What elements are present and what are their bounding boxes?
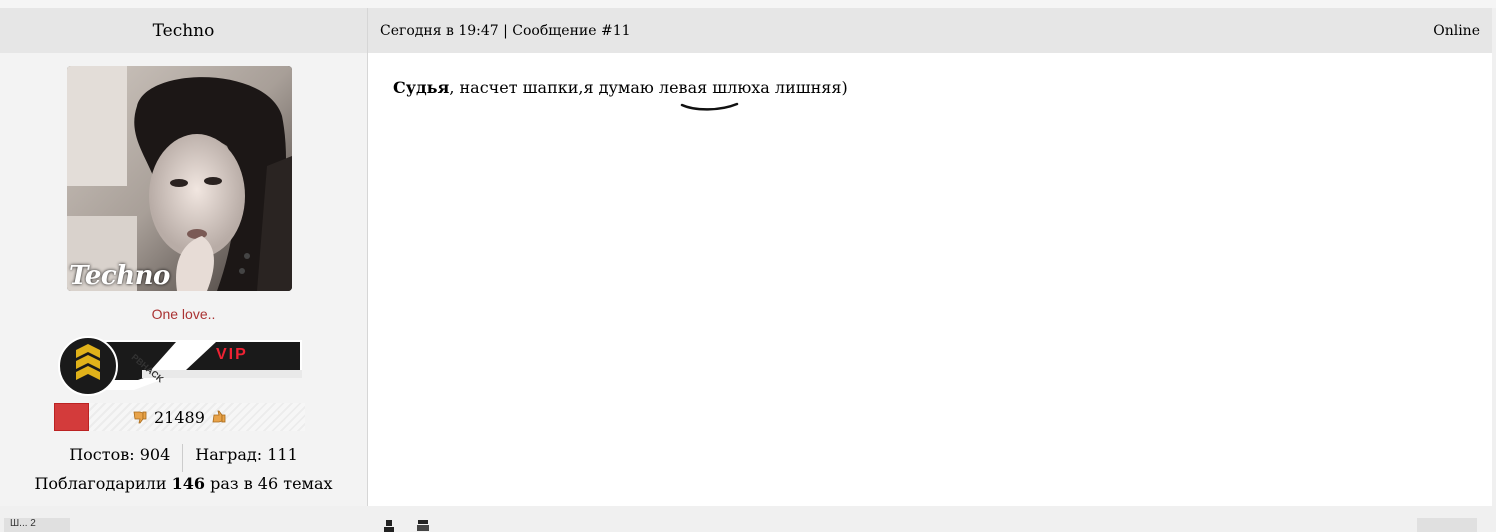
post-header: Сегодня в 19:47 | Сообщение #11 Online bbox=[368, 8, 1492, 53]
reputation-bar: 21489 bbox=[54, 403, 305, 431]
rank-badge: PBHACK VIP bbox=[56, 330, 304, 396]
avatar-image bbox=[67, 66, 292, 291]
badge-vip-label: VIP bbox=[216, 346, 248, 363]
thumbs-down-icon[interactable] bbox=[132, 409, 148, 425]
post-message: Судья, насчет шапки,я думаю левая шлюха … bbox=[393, 78, 848, 97]
thanks-line: Поблагодарили 146 раз в 46 темах bbox=[0, 474, 367, 493]
print-icon[interactable] bbox=[417, 518, 429, 532]
reputation-value: 21489 bbox=[154, 407, 205, 427]
user-status: One love.. bbox=[151, 306, 216, 322]
bottom-icons bbox=[383, 518, 429, 532]
reputation-color-block bbox=[54, 403, 89, 431]
forum-post: Techno Techno One love.. PBHACK VIP 2148… bbox=[0, 8, 1492, 507]
awards-count[interactable]: Наград: 111 bbox=[182, 444, 310, 472]
handdrawn-underline bbox=[680, 102, 739, 111]
user-icon[interactable] bbox=[383, 518, 395, 532]
thanks-count: 146 bbox=[171, 474, 205, 493]
reputation-controls: 21489 bbox=[132, 403, 227, 431]
thumbs-up-icon[interactable] bbox=[211, 409, 227, 425]
bottom-right-button[interactable] bbox=[1417, 518, 1477, 532]
message-text: , насчет шапки,я думаю левая шлюха лишня… bbox=[449, 78, 848, 97]
post-meta[interactable]: Сегодня в 19:47 | Сообщение #11 bbox=[380, 23, 631, 39]
user-panel: Techno Techno One love.. PBHACK VIP 2148… bbox=[0, 8, 368, 506]
online-status: Online bbox=[1433, 22, 1480, 39]
posts-count: Постов: 904 bbox=[69, 445, 171, 464]
bottom-left-button[interactable]: Ш... 2 bbox=[4, 518, 70, 532]
avatar[interactable]: Techno bbox=[67, 66, 292, 291]
post-content: Сегодня в 19:47 | Сообщение #11 Online С… bbox=[368, 8, 1492, 507]
username[interactable]: Techno bbox=[0, 8, 367, 53]
user-stats: Постов: 904 Наград: 111 bbox=[0, 444, 367, 472]
avatar-caption: Techno bbox=[69, 261, 170, 291]
thanks-prefix: Поблагодарили bbox=[34, 474, 167, 493]
mentioned-user[interactable]: Судья bbox=[393, 78, 449, 97]
top-strip bbox=[0, 0, 1496, 8]
thanks-suffix: раз в 46 темах bbox=[210, 474, 333, 493]
bottom-bar: Ш... 2 bbox=[0, 506, 1496, 532]
